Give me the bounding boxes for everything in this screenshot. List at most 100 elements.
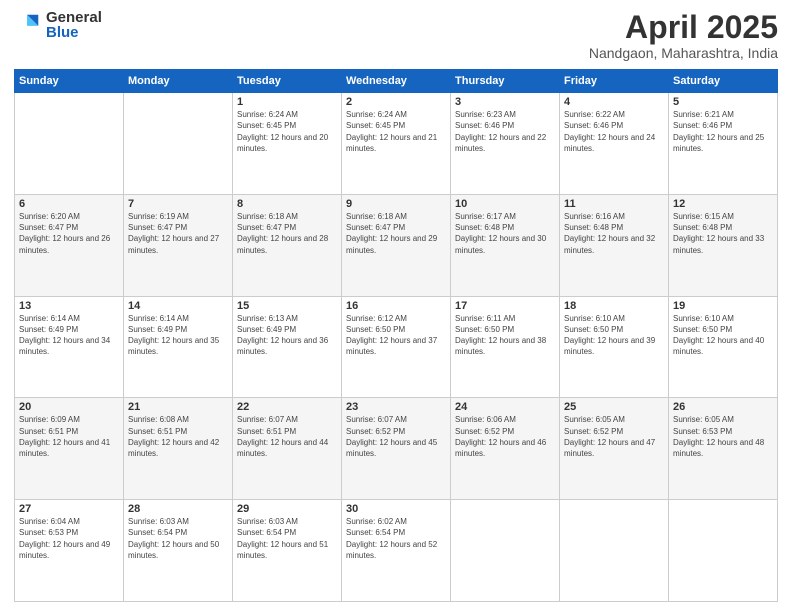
day-cell: [560, 500, 669, 602]
day-number: 1: [237, 96, 337, 108]
day-number: 5: [673, 96, 773, 108]
day-number: 19: [673, 300, 773, 312]
day-cell: 22Sunrise: 6:07 AMSunset: 6:51 PMDayligh…: [233, 398, 342, 500]
day-cell: 15Sunrise: 6:13 AMSunset: 6:49 PMDayligh…: [233, 296, 342, 398]
day-info: Sunrise: 6:12 AMSunset: 6:50 PMDaylight:…: [346, 313, 446, 358]
day-cell: 2Sunrise: 6:24 AMSunset: 6:45 PMDaylight…: [342, 93, 451, 195]
day-number: 6: [19, 198, 119, 210]
day-info: Sunrise: 6:07 AMSunset: 6:51 PMDaylight:…: [237, 414, 337, 459]
day-number: 16: [346, 300, 446, 312]
day-number: 13: [19, 300, 119, 312]
day-info: Sunrise: 6:05 AMSunset: 6:53 PMDaylight:…: [673, 414, 773, 459]
day-info: Sunrise: 6:17 AMSunset: 6:48 PMDaylight:…: [455, 211, 555, 256]
day-cell: 30Sunrise: 6:02 AMSunset: 6:54 PMDayligh…: [342, 500, 451, 602]
day-cell: [451, 500, 560, 602]
day-number: 26: [673, 401, 773, 413]
day-info: Sunrise: 6:10 AMSunset: 6:50 PMDaylight:…: [673, 313, 773, 358]
header-day: Wednesday: [342, 70, 451, 93]
day-info: Sunrise: 6:03 AMSunset: 6:54 PMDaylight:…: [128, 516, 228, 561]
day-info: Sunrise: 6:09 AMSunset: 6:51 PMDaylight:…: [19, 414, 119, 459]
logo-general: General: [46, 10, 102, 25]
week-row: 1Sunrise: 6:24 AMSunset: 6:45 PMDaylight…: [15, 93, 778, 195]
day-cell: [15, 93, 124, 195]
logo-blue: Blue: [46, 25, 102, 40]
day-cell: 5Sunrise: 6:21 AMSunset: 6:46 PMDaylight…: [669, 93, 778, 195]
day-cell: 28Sunrise: 6:03 AMSunset: 6:54 PMDayligh…: [124, 500, 233, 602]
day-cell: 17Sunrise: 6:11 AMSunset: 6:50 PMDayligh…: [451, 296, 560, 398]
day-cell: 6Sunrise: 6:20 AMSunset: 6:47 PMDaylight…: [15, 194, 124, 296]
day-info: Sunrise: 6:19 AMSunset: 6:47 PMDaylight:…: [128, 211, 228, 256]
day-info: Sunrise: 6:05 AMSunset: 6:52 PMDaylight:…: [564, 414, 664, 459]
day-number: 25: [564, 401, 664, 413]
day-cell: 27Sunrise: 6:04 AMSunset: 6:53 PMDayligh…: [15, 500, 124, 602]
day-cell: 14Sunrise: 6:14 AMSunset: 6:49 PMDayligh…: [124, 296, 233, 398]
day-number: 14: [128, 300, 228, 312]
day-number: 15: [237, 300, 337, 312]
day-info: Sunrise: 6:11 AMSunset: 6:50 PMDaylight:…: [455, 313, 555, 358]
week-row: 13Sunrise: 6:14 AMSunset: 6:49 PMDayligh…: [15, 296, 778, 398]
day-cell: 4Sunrise: 6:22 AMSunset: 6:46 PMDaylight…: [560, 93, 669, 195]
day-number: 29: [237, 503, 337, 515]
header-day: Monday: [124, 70, 233, 93]
day-number: 4: [564, 96, 664, 108]
day-info: Sunrise: 6:18 AMSunset: 6:47 PMDaylight:…: [346, 211, 446, 256]
day-cell: 3Sunrise: 6:23 AMSunset: 6:46 PMDaylight…: [451, 93, 560, 195]
header-day: Sunday: [15, 70, 124, 93]
logo-icon: [14, 11, 42, 39]
header-day: Thursday: [451, 70, 560, 93]
day-cell: 12Sunrise: 6:15 AMSunset: 6:48 PMDayligh…: [669, 194, 778, 296]
day-number: 8: [237, 198, 337, 210]
day-number: 10: [455, 198, 555, 210]
day-number: 12: [673, 198, 773, 210]
day-cell: 21Sunrise: 6:08 AMSunset: 6:51 PMDayligh…: [124, 398, 233, 500]
day-info: Sunrise: 6:08 AMSunset: 6:51 PMDaylight:…: [128, 414, 228, 459]
day-number: 20: [19, 401, 119, 413]
day-info: Sunrise: 6:20 AMSunset: 6:47 PMDaylight:…: [19, 211, 119, 256]
day-info: Sunrise: 6:04 AMSunset: 6:53 PMDaylight:…: [19, 516, 119, 561]
day-cell: 25Sunrise: 6:05 AMSunset: 6:52 PMDayligh…: [560, 398, 669, 500]
header-row: SundayMondayTuesdayWednesdayThursdayFrid…: [15, 70, 778, 93]
day-info: Sunrise: 6:22 AMSunset: 6:46 PMDaylight:…: [564, 109, 664, 154]
day-number: 28: [128, 503, 228, 515]
header-day: Tuesday: [233, 70, 342, 93]
calendar-page: General Blue April 2025 Nandgaon, Mahara…: [0, 0, 792, 612]
title-block: April 2025 Nandgaon, Maharashtra, India: [589, 10, 778, 61]
day-info: Sunrise: 6:15 AMSunset: 6:48 PMDaylight:…: [673, 211, 773, 256]
title-month: April 2025: [589, 10, 778, 45]
day-number: 24: [455, 401, 555, 413]
week-row: 27Sunrise: 6:04 AMSunset: 6:53 PMDayligh…: [15, 500, 778, 602]
day-info: Sunrise: 6:14 AMSunset: 6:49 PMDaylight:…: [128, 313, 228, 358]
day-info: Sunrise: 6:06 AMSunset: 6:52 PMDaylight:…: [455, 414, 555, 459]
day-cell: 9Sunrise: 6:18 AMSunset: 6:47 PMDaylight…: [342, 194, 451, 296]
logo: General Blue: [14, 10, 102, 40]
day-info: Sunrise: 6:24 AMSunset: 6:45 PMDaylight:…: [237, 109, 337, 154]
day-info: Sunrise: 6:03 AMSunset: 6:54 PMDaylight:…: [237, 516, 337, 561]
day-cell: [124, 93, 233, 195]
day-info: Sunrise: 6:14 AMSunset: 6:49 PMDaylight:…: [19, 313, 119, 358]
day-number: 3: [455, 96, 555, 108]
day-cell: 24Sunrise: 6:06 AMSunset: 6:52 PMDayligh…: [451, 398, 560, 500]
day-number: 22: [237, 401, 337, 413]
day-info: Sunrise: 6:02 AMSunset: 6:54 PMDaylight:…: [346, 516, 446, 561]
day-cell: 13Sunrise: 6:14 AMSunset: 6:49 PMDayligh…: [15, 296, 124, 398]
day-info: Sunrise: 6:24 AMSunset: 6:45 PMDaylight:…: [346, 109, 446, 154]
day-cell: 29Sunrise: 6:03 AMSunset: 6:54 PMDayligh…: [233, 500, 342, 602]
title-location: Nandgaon, Maharashtra, India: [589, 45, 778, 61]
day-cell: 11Sunrise: 6:16 AMSunset: 6:48 PMDayligh…: [560, 194, 669, 296]
logo-text: General Blue: [46, 10, 102, 40]
day-number: 9: [346, 198, 446, 210]
day-info: Sunrise: 6:10 AMSunset: 6:50 PMDaylight:…: [564, 313, 664, 358]
day-number: 21: [128, 401, 228, 413]
week-row: 20Sunrise: 6:09 AMSunset: 6:51 PMDayligh…: [15, 398, 778, 500]
day-info: Sunrise: 6:13 AMSunset: 6:49 PMDaylight:…: [237, 313, 337, 358]
day-number: 2: [346, 96, 446, 108]
week-row: 6Sunrise: 6:20 AMSunset: 6:47 PMDaylight…: [15, 194, 778, 296]
day-cell: 10Sunrise: 6:17 AMSunset: 6:48 PMDayligh…: [451, 194, 560, 296]
day-number: 27: [19, 503, 119, 515]
day-cell: [669, 500, 778, 602]
calendar-table: SundayMondayTuesdayWednesdayThursdayFrid…: [14, 69, 778, 602]
day-info: Sunrise: 6:16 AMSunset: 6:48 PMDaylight:…: [564, 211, 664, 256]
day-number: 7: [128, 198, 228, 210]
day-number: 18: [564, 300, 664, 312]
day-number: 30: [346, 503, 446, 515]
